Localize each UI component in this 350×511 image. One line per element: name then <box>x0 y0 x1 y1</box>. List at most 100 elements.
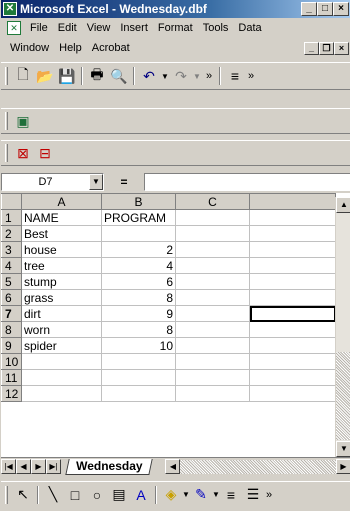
cell[interactable] <box>21 385 102 402</box>
open-folder-icon[interactable]: 📂 <box>34 66 56 86</box>
cell[interactable] <box>175 241 250 258</box>
rectangle-icon[interactable]: □ <box>64 485 86 505</box>
column-header-d[interactable] <box>249 193 336 210</box>
toolbar-grip[interactable] <box>5 112 8 130</box>
row-header[interactable]: 6 <box>1 289 22 306</box>
close-button[interactable]: × <box>333 2 349 16</box>
name-box[interactable]: D7 ▼ <box>1 173 104 191</box>
cell[interactable]: spider <box>21 337 102 354</box>
cell[interactable]: Best <box>21 225 102 242</box>
menu-acrobat[interactable]: Acrobat <box>87 42 135 54</box>
cell[interactable] <box>249 209 336 226</box>
scroll-thumb[interactable] <box>336 352 350 440</box>
row-header[interactable]: 8 <box>1 321 22 338</box>
column-header-c[interactable]: C <box>175 193 250 210</box>
doc-restore-button[interactable]: ❐ <box>319 41 334 55</box>
wordart-icon[interactable]: A <box>130 485 152 505</box>
row-header[interactable]: 1 <box>1 209 22 226</box>
row-header[interactable]: 9 <box>1 337 22 354</box>
cell[interactable] <box>175 225 250 242</box>
column-header-a[interactable]: A <box>21 193 102 210</box>
next-sheet-icon[interactable]: ▶ <box>31 459 46 474</box>
toolbar-grip[interactable] <box>5 67 8 85</box>
cell[interactable]: stump <box>21 273 102 290</box>
cell[interactable] <box>101 225 176 242</box>
title-bar[interactable]: ✕ Microsoft Excel - Wednesday.dbf _ □ × <box>1 0 350 18</box>
scroll-right-icon[interactable]: ▶ <box>336 459 350 474</box>
row-header[interactable]: 10 <box>1 353 22 370</box>
cell[interactable] <box>175 273 250 290</box>
cell[interactable]: 2 <box>101 241 176 258</box>
cell[interactable] <box>101 353 176 370</box>
undo-dropdown-icon[interactable]: ▼ <box>160 66 170 86</box>
prev-sheet-icon[interactable]: ◀ <box>16 459 31 474</box>
redo-icon[interactable]: ↷ <box>170 66 192 86</box>
scroll-up-icon[interactable]: ▲ <box>336 197 350 213</box>
menu-window[interactable]: Window <box>5 42 54 54</box>
cell[interactable] <box>249 257 336 274</box>
cell[interactable] <box>175 369 250 386</box>
align-icon[interactable]: ≡ <box>224 66 246 86</box>
maximize-button[interactable]: □ <box>317 2 333 16</box>
cell[interactable] <box>21 353 102 370</box>
cell[interactable]: house <box>21 241 102 258</box>
line-color-icon[interactable]: ✎ <box>190 485 212 505</box>
menu-insert[interactable]: Insert <box>115 22 153 34</box>
scroll-down-icon[interactable]: ▼ <box>336 441 350 457</box>
cell[interactable] <box>175 289 250 306</box>
cell[interactable] <box>175 321 250 338</box>
cell[interactable] <box>249 353 336 370</box>
menu-edit[interactable]: Edit <box>53 22 82 34</box>
menu-help[interactable]: Help <box>54 42 87 54</box>
doc-minimize-button[interactable]: _ <box>304 41 319 55</box>
cell[interactable] <box>175 353 250 370</box>
document-icon[interactable]: ✕ <box>7 21 21 35</box>
vertical-scrollbar[interactable]: ▲ ▼ <box>335 197 350 457</box>
menu-tools[interactable]: Tools <box>198 22 234 34</box>
cell[interactable] <box>249 241 336 258</box>
print-icon[interactable]: 🖶 <box>86 66 108 86</box>
menu-file[interactable]: File <box>25 22 53 34</box>
cell[interactable]: PROGRAM <box>101 209 176 226</box>
undo-icon[interactable]: ↶ <box>138 66 160 86</box>
fill-color-icon[interactable]: ◈ <box>160 485 182 505</box>
cell[interactable] <box>21 369 102 386</box>
convert-to-pdf-icon[interactable]: ⊠ <box>12 143 34 163</box>
new-icon[interactable]: 🗋 <box>12 66 34 86</box>
row-header[interactable]: 2 <box>1 225 22 242</box>
cell[interactable]: 4 <box>101 257 176 274</box>
select-all-corner[interactable] <box>1 193 22 210</box>
cell[interactable]: 8 <box>101 289 176 306</box>
line-color-dropdown-icon[interactable]: ▼ <box>212 485 220 505</box>
row-header[interactable]: 4 <box>1 257 22 274</box>
last-sheet-icon[interactable]: ▶| <box>46 459 61 474</box>
minimize-button[interactable]: _ <box>301 2 317 16</box>
worksheet-grid[interactable]: A B C 1 NAME PROGRAM 2 Best 3 house 2 4 … <box>1 193 350 457</box>
cell[interactable]: 9 <box>101 305 176 322</box>
toolbar-grip[interactable] <box>5 144 8 162</box>
first-sheet-icon[interactable]: |◀ <box>1 459 16 474</box>
cell[interactable]: 8 <box>101 321 176 338</box>
cell[interactable] <box>101 369 176 386</box>
cell[interactable] <box>249 385 336 402</box>
cell[interactable]: 6 <box>101 273 176 290</box>
menu-data[interactable]: Data <box>233 22 266 34</box>
chevron-down-icon[interactable]: ▼ <box>89 174 103 190</box>
cell[interactable] <box>175 209 250 226</box>
cell[interactable] <box>249 273 336 290</box>
fill-dropdown-icon[interactable]: ▼ <box>182 485 190 505</box>
excel-app-icon[interactable]: ✕ <box>3 2 17 16</box>
cell[interactable] <box>175 385 250 402</box>
formula-input[interactable] <box>144 173 350 191</box>
row-header[interactable]: 11 <box>1 369 22 386</box>
select-objects-icon[interactable]: ↖ <box>12 485 34 505</box>
print-preview-icon[interactable]: 🔍 <box>108 66 130 86</box>
cell[interactable] <box>175 257 250 274</box>
cell[interactable]: dirt <box>21 305 102 322</box>
toolbar-grip[interactable] <box>5 485 8 504</box>
cell[interactable] <box>249 369 336 386</box>
scroll-left-icon[interactable]: ◀ <box>165 459 181 474</box>
convert-and-email-icon[interactable]: ⊟ <box>34 143 56 163</box>
row-header[interactable]: 7 <box>1 305 22 322</box>
cell[interactable]: NAME <box>21 209 102 226</box>
